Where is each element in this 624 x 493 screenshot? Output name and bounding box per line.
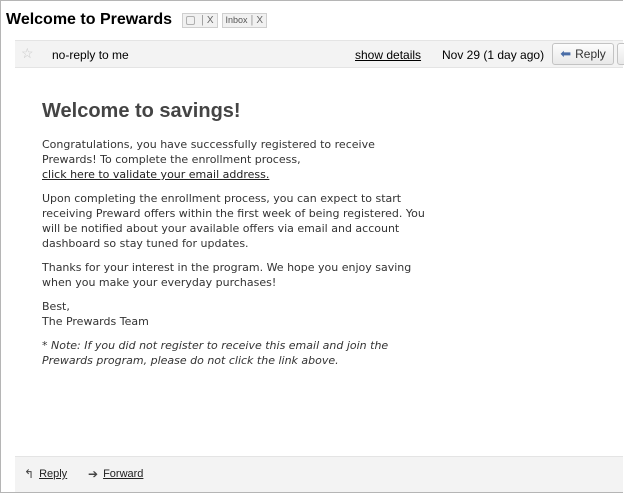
email-window: Welcome to Prewards | X Inbox | X ☆ no-r… <box>0 0 624 493</box>
reply-icon: ↰ <box>24 467 35 481</box>
message-heading: Welcome to savings! <box>42 100 241 122</box>
signoff-block: Best, The Prewards Team <box>42 299 432 329</box>
paragraph-enrollment-text: Congratulations, you have successfully r… <box>42 138 375 166</box>
forward-icon: ➔ <box>88 467 99 481</box>
more-actions-button[interactable]: ▼ <box>617 43 624 65</box>
remove-inbox-label-button[interactable]: X <box>256 15 263 26</box>
label-inbox-text: Inbox <box>225 15 248 25</box>
message-date: Nov 29 (1 day ago) <box>442 48 545 62</box>
show-details-link[interactable]: show details <box>355 48 421 62</box>
reply-button[interactable]: ⬅ Reply <box>552 43 614 65</box>
paragraph-offers: Upon completing the enrollment process, … <box>42 192 425 250</box>
star-icon[interactable]: ☆ <box>21 45 34 62</box>
sender: no-reply to me <box>52 48 129 62</box>
footer-forward-label: Forward <box>103 468 144 480</box>
signature: The Prewards Team <box>42 315 149 328</box>
footer-forward-button[interactable]: ➔ Forward <box>88 467 143 481</box>
remove-label-button[interactable]: X <box>207 15 214 26</box>
paragraph-thanks: Thanks for your interest in the program.… <box>42 261 412 289</box>
footer-reply-button[interactable]: ↰ Reply <box>24 467 67 481</box>
chip-separator: | <box>200 14 204 26</box>
message-header: ☆ no-reply to me show details Nov 29 (1 … <box>15 40 624 68</box>
message-body: Welcome to savings! Congratulations, you… <box>42 99 432 377</box>
label-chip-inbox[interactable]: Inbox | X <box>221 12 268 28</box>
footer-reply-label: Reply <box>39 468 68 480</box>
signoff: Best, <box>42 300 70 313</box>
validate-email-link[interactable]: click here to validate your email addres… <box>42 168 269 181</box>
reply-button-label: Reply <box>575 47 606 61</box>
chip-separator: | <box>250 14 254 26</box>
reply-arrow-icon: ⬅ <box>560 46 572 61</box>
email-subject: Welcome to Prewards <box>6 11 172 28</box>
paragraph-enrollment: Congratulations, you have successfully r… <box>42 137 432 182</box>
label-chip-icon <box>185 15 195 25</box>
label-chip[interactable]: | X <box>181 12 218 28</box>
subject-row: Welcome to Prewards | X Inbox | X <box>6 8 271 32</box>
disclaimer-note: * Note: If you did not register to recei… <box>42 339 389 367</box>
